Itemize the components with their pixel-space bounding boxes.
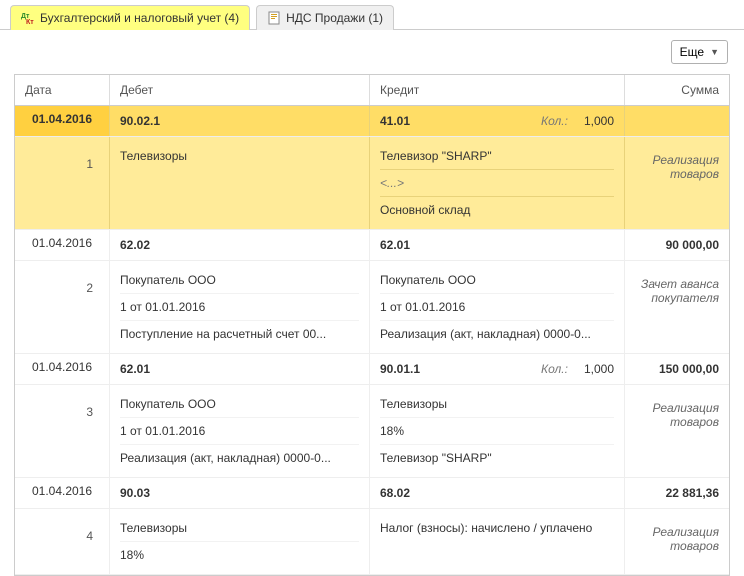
cell-debit-account: 90.03 xyxy=(110,478,370,508)
table-row[interactable]: 01.04.201662.0262.0190 000,00 xyxy=(15,230,729,261)
table-row-detail[interactable]: 3Покупатель ООО1 от 01.01.2016Реализация… xyxy=(15,385,729,478)
cell-credit-account: 62.01 xyxy=(370,230,625,260)
cell-debit-detail: Телевизоры18% xyxy=(110,509,370,574)
grid-header: Дата Дебет Кредит Сумма xyxy=(15,75,729,106)
cell-debit-account: 90.02.1 xyxy=(110,106,370,136)
cell-credit-account: 41.01Кол.:1,000 xyxy=(370,106,625,136)
cell-comment: Зачет аванса покупателя xyxy=(625,261,729,353)
cell-comment: Реализация товаров xyxy=(625,137,729,229)
tab-label: Бухгалтерский и налоговый учет (4) xyxy=(40,11,239,25)
more-button[interactable]: Еще ▼ xyxy=(671,40,728,64)
tab-vat-sales[interactable]: НДС Продажи (1) xyxy=(256,5,394,30)
chevron-down-icon: ▼ xyxy=(710,47,719,57)
header-credit[interactable]: Кредит xyxy=(370,75,625,105)
cell-debit-detail: Покупатель ООО1 от 01.01.2016Поступление… xyxy=(110,261,370,353)
table-row[interactable]: 01.04.201662.0190.01.1Кол.:1,000150 000,… xyxy=(15,354,729,385)
accounting-grid: Дата Дебет Кредит Сумма 01.04.201690.02.… xyxy=(14,74,730,576)
cell-debit-detail: Телевизоры xyxy=(110,137,370,229)
cell-credit-detail: Покупатель ООО1 от 01.01.2016Реализация … xyxy=(370,261,625,353)
table-row-detail[interactable]: 1ТелевизорыТелевизор "SHARP"<...>Основно… xyxy=(15,137,729,230)
cell-comment: Реализация товаров xyxy=(625,509,729,574)
cell-index: 2 xyxy=(15,261,110,353)
cell-debit-detail: Покупатель ООО1 от 01.01.2016Реализация … xyxy=(110,385,370,477)
more-button-label: Еще xyxy=(680,45,704,59)
header-sum[interactable]: Сумма xyxy=(625,75,729,105)
cell-debit-account: 62.01 xyxy=(110,354,370,384)
table-row[interactable]: 01.04.201690.0368.0222 881,36 xyxy=(15,478,729,509)
document-icon xyxy=(267,11,281,25)
cell-date: 01.04.2016 xyxy=(15,354,110,384)
cell-sum xyxy=(625,106,729,136)
cell-comment: Реализация товаров xyxy=(625,385,729,477)
cell-credit-account: 90.01.1Кол.:1,000 xyxy=(370,354,625,384)
cell-index: 3 xyxy=(15,385,110,477)
table-row[interactable]: 01.04.201690.02.141.01Кол.:1,000 xyxy=(15,106,729,137)
header-date[interactable]: Дата xyxy=(15,75,110,105)
tab-label: НДС Продажи (1) xyxy=(286,11,383,25)
cell-date: 01.04.2016 xyxy=(15,106,110,136)
tab-accounting[interactable]: ДтКт Бухгалтерский и налоговый учет (4) xyxy=(10,5,250,30)
cell-index: 1 xyxy=(15,137,110,229)
cell-sum: 90 000,00 xyxy=(625,230,729,260)
debit-credit-icon: ДтКт xyxy=(21,11,35,25)
cell-debit-account: 62.02 xyxy=(110,230,370,260)
cell-index: 4 xyxy=(15,509,110,574)
tab-bar: ДтКт Бухгалтерский и налоговый учет (4) … xyxy=(0,0,744,30)
cell-date: 01.04.2016 xyxy=(15,230,110,260)
cell-credit-detail: Телевизоры18%Телевизор "SHARP" xyxy=(370,385,625,477)
header-debit[interactable]: Дебет xyxy=(110,75,370,105)
svg-text:Кт: Кт xyxy=(26,19,34,25)
table-row-detail[interactable]: 2Покупатель ООО1 от 01.01.2016Поступлени… xyxy=(15,261,729,354)
cell-date: 01.04.2016 xyxy=(15,478,110,508)
cell-credit-detail: Налог (взносы): начислено / уплачено xyxy=(370,509,625,574)
table-row-detail[interactable]: 4Телевизоры18%Налог (взносы): начислено … xyxy=(15,509,729,575)
cell-credit-detail: Телевизор "SHARP"<...>Основной склад xyxy=(370,137,625,229)
toolbar: Еще ▼ xyxy=(0,30,744,74)
cell-sum: 22 881,36 xyxy=(625,478,729,508)
cell-sum: 150 000,00 xyxy=(625,354,729,384)
cell-credit-account: 68.02 xyxy=(370,478,625,508)
